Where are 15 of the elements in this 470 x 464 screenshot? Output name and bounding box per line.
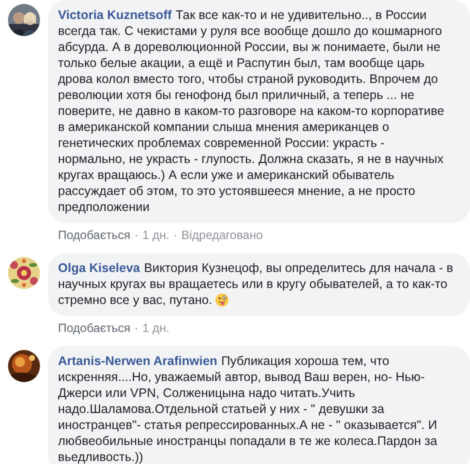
comment-text: Olga Kiseleva Виктория Кузнецоф, вы определитесь для начала - в научных кругах вы вращаетесь или в кругу обывателей, а то как-то стремно все у вас, путано.	[58, 260, 454, 308]
comment-time[interactable]: 1 дн.	[142, 227, 170, 243]
like-link[interactable]: Подобається	[58, 320, 130, 336]
author-link[interactable]: Olga Kiseleva	[58, 261, 140, 275]
separator-dot: ·	[134, 320, 138, 336]
comment-text: Victoria Kuznetsoff Так все как-то и не удивительно.., в России всегда так. С чекистами у руля все вообще дошло до кошмарного абсурда. А в дореволюционной России, вы ж понимаете, были не только белые акации, а ещё и Распутин был, там вообще царь дрова колол вместо того, чтобы страной руководить. Впрочем до революции хотя бы генофонд был приличный, а теперь ... не поверите, не давно в каком-то разговоре на каком-то корпоративе в американской компании слыша мнения американцев о генетических проблемах современной России: украсть - нормально, не украсть - глупость. Должна сказать, я не в научных кругах вращаюсь.) А если уже и американский обыватель рассуждает об этом, то это устоявшееся мнение, а не просто предположении	[58, 7, 446, 215]
comment-time[interactable]: 1 дн.	[142, 320, 170, 336]
edited-label: Відредаговано	[181, 227, 263, 243]
comment-text: Artanis-Nerwen Arafinwien Публикация хороша тем, что искренняя....Но, уважаемый автор, вывод Ваш верен, но- Нью-Джерси или VPN, Солженицына надо читать.Учить надо.Шаламова.Отдельной статьей у них - " девушки за иностранцев"- статья репрессированных.А не - " оказывается". И любвеобильные иностранцы попадали в те же колеса.Пардон за вьедливость.))	[58, 353, 438, 464]
separator-dot: ·	[173, 227, 178, 243]
like-link[interactable]: Подобається	[58, 227, 130, 243]
separator-dot: ·	[134, 227, 138, 243]
author-link[interactable]: Victoria Kuznetsoff	[58, 8, 172, 22]
author-link[interactable]: Artanis-Nerwen Arafinwien	[58, 354, 218, 368]
tongue-emoji-icon	[215, 293, 230, 307]
